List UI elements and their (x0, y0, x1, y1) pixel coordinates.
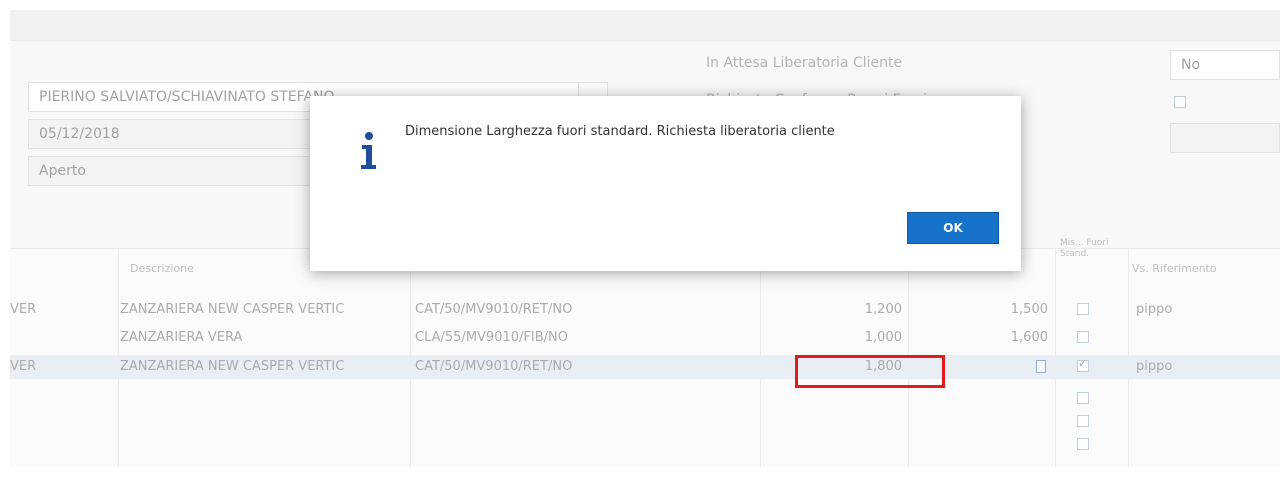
info-icon (361, 132, 376, 169)
highlight-box (795, 355, 945, 388)
info-dialog: Dimensione Larghezza fuori standard. Ric… (310, 96, 1021, 271)
ok-button[interactable]: OK (907, 212, 999, 244)
dialog-message: Dimensione Larghezza fuori standard. Ric… (405, 124, 835, 139)
